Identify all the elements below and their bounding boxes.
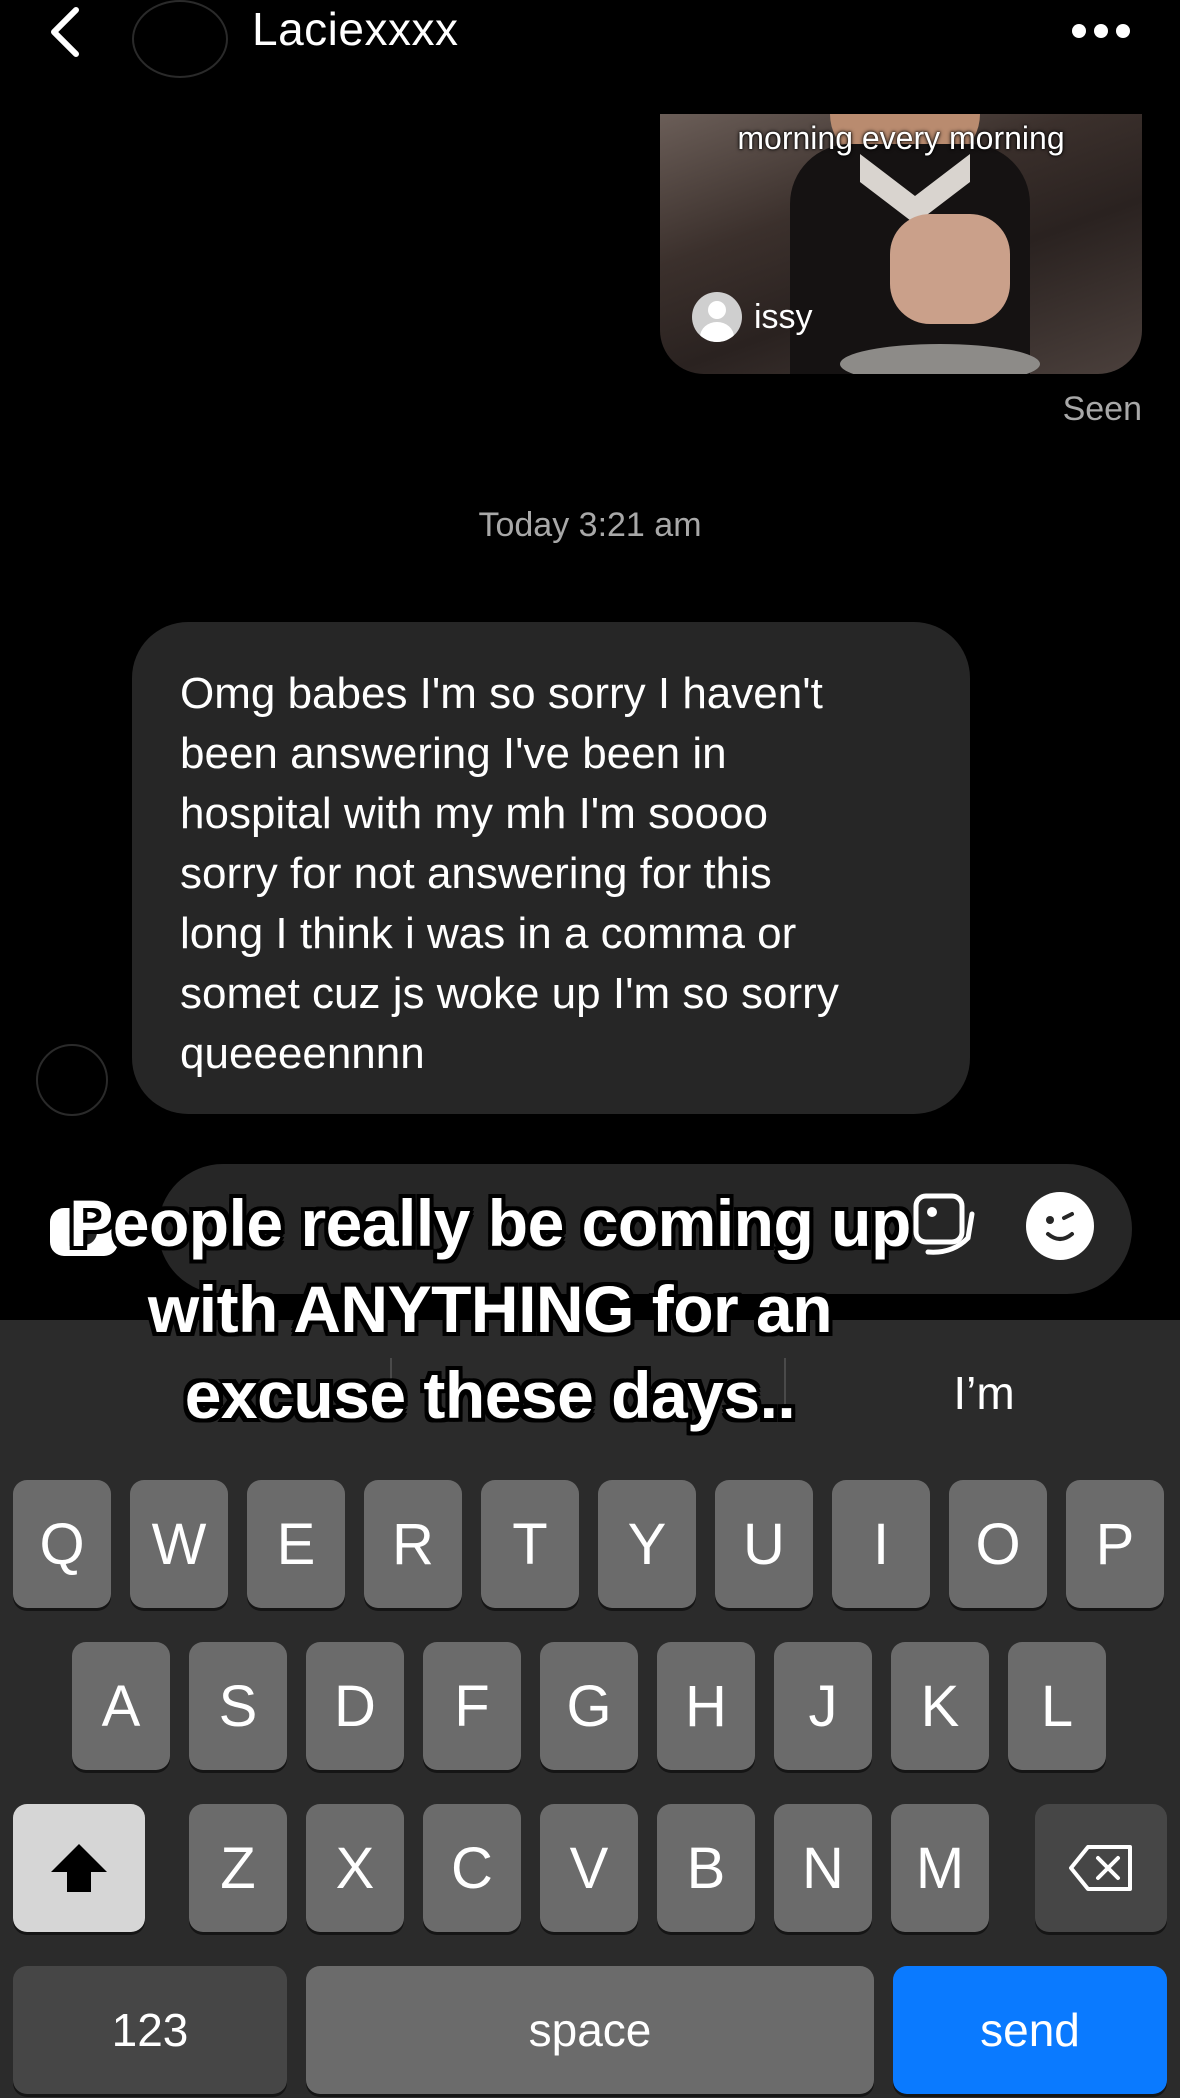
key-d[interactable]: D [306, 1642, 404, 1770]
message-bubble[interactable]: Omg babes I'm so sorry I haven't been an… [132, 622, 970, 1114]
shared-post[interactable]: morning every morning issy [660, 114, 1142, 374]
key-t[interactable]: T [481, 1480, 579, 1608]
key-u[interactable]: U [715, 1480, 813, 1608]
more-icon[interactable] [1072, 22, 1132, 42]
key-c[interactable]: C [423, 1804, 521, 1932]
key-m[interactable]: M [891, 1804, 989, 1932]
shared-post-author[interactable]: issy [692, 292, 813, 342]
key-p[interactable]: P [1066, 1480, 1164, 1608]
overlay-caption: People really be coming up with ANYTHING… [69, 1186, 911, 1432]
key-z[interactable]: Z [189, 1804, 287, 1932]
key-s[interactable]: S [189, 1642, 287, 1770]
author-avatar [692, 292, 742, 342]
key-r[interactable]: R [364, 1480, 462, 1608]
key-b[interactable]: B [657, 1804, 755, 1932]
key-o[interactable]: O [949, 1480, 1047, 1608]
numbers-key[interactable]: 123 [13, 1966, 287, 2094]
contact-name[interactable]: Laciexxxx [252, 2, 458, 56]
backspace-key[interactable] [1035, 1804, 1167, 1932]
shared-post-caption: morning every morning [737, 120, 1065, 156]
seen-status: Seen [1062, 390, 1142, 428]
key-i[interactable]: I [832, 1480, 930, 1608]
key-f[interactable]: F [423, 1642, 521, 1770]
key-k[interactable]: K [891, 1642, 989, 1770]
message-text: Omg babes I'm so sorry I haven't been an… [180, 669, 839, 1078]
contact-avatar[interactable] [132, 0, 228, 78]
shift-key[interactable] [13, 1804, 145, 1932]
author-name: issy [754, 297, 813, 336]
key-x[interactable]: X [306, 1804, 404, 1932]
key-v[interactable]: V [540, 1804, 638, 1932]
backspace-icon [1069, 1845, 1132, 1891]
chat-header: Laciexxxx [0, 0, 1180, 80]
key-w[interactable]: W [130, 1480, 228, 1608]
key-a[interactable]: A [72, 1642, 170, 1770]
sender-avatar[interactable] [36, 1044, 108, 1116]
key-e[interactable]: E [247, 1480, 345, 1608]
numbers-key-label: 123 [111, 2004, 189, 2056]
key-g[interactable]: G [540, 1642, 638, 1770]
shift-icon [51, 1844, 107, 1892]
key-j[interactable]: J [774, 1642, 872, 1770]
key-y[interactable]: Y [598, 1480, 696, 1608]
back-icon[interactable] [44, 6, 88, 58]
space-key-label: space [528, 2004, 652, 2056]
sticker-icon[interactable] [1026, 1192, 1094, 1260]
key-q[interactable]: Q [13, 1480, 111, 1608]
key-n[interactable]: N [774, 1804, 872, 1932]
send-key-label: send [980, 2004, 1080, 2056]
key-h[interactable]: H [657, 1642, 755, 1770]
message-timestamp: Today 3:21 am [478, 506, 702, 544]
key-l[interactable]: L [1008, 1642, 1106, 1770]
send-key[interactable]: send [893, 1966, 1167, 2094]
space-key[interactable]: space [306, 1966, 874, 2094]
